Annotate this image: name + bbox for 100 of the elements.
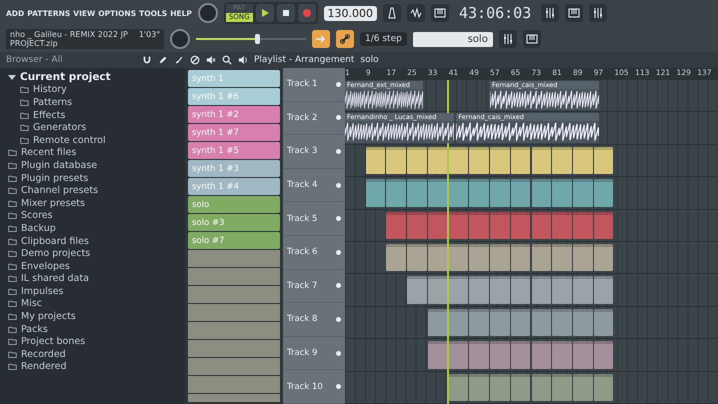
pattern-clip[interactable] (552, 179, 572, 207)
pattern-clip[interactable] (490, 179, 510, 207)
pattern-clip[interactable] (490, 244, 510, 272)
pattern-clip[interactable] (386, 212, 406, 240)
pattern-clip[interactable] (572, 244, 593, 272)
pattern-clip[interactable] (532, 374, 552, 402)
pattern-clip[interactable] (448, 212, 468, 240)
pattern-clip[interactable] (469, 244, 490, 272)
piano-button[interactable] (522, 30, 541, 48)
pattern-clip[interactable] (532, 244, 552, 272)
browser-item[interactable]: Project bones (0, 335, 185, 348)
track-dot[interactable] (336, 182, 341, 188)
pattern-clip[interactable] (572, 308, 593, 336)
track-dot[interactable] (336, 115, 341, 120)
browser-item[interactable]: Plugin database (0, 159, 185, 172)
pattern-clip[interactable] (386, 146, 406, 174)
track-dot[interactable] (336, 82, 341, 87)
pattern-clip[interactable] (428, 212, 448, 240)
pattern-clip[interactable] (428, 179, 448, 207)
pattern-clip[interactable] (469, 374, 490, 402)
browser-item[interactable]: Backup (0, 222, 185, 235)
pattern-clip[interactable] (594, 374, 614, 402)
piano-button[interactable] (431, 4, 449, 22)
pattern-clip[interactable] (428, 146, 448, 174)
pattern-clip[interactable] (572, 341, 593, 369)
pattern-clip[interactable] (510, 374, 530, 402)
pattern-clip[interactable] (552, 212, 572, 240)
pattern-clip[interactable] (469, 276, 490, 304)
browser-item[interactable]: Plugin presets (0, 172, 185, 184)
track-dot[interactable] (336, 350, 341, 356)
pattern-clip[interactable] (490, 308, 510, 336)
pattern-clip[interactable] (532, 146, 552, 174)
pattern-clip[interactable] (572, 374, 593, 402)
browser-item[interactable]: Scores (0, 210, 185, 222)
playhead-line[interactable] (447, 80, 450, 404)
master-slider[interactable] (196, 34, 306, 44)
pattern-clip[interactable] (532, 179, 552, 207)
pattern-selector[interactable]: solo (412, 32, 493, 46)
pattern-clip[interactable] (490, 146, 510, 174)
browser-item[interactable]: Demo projects (0, 247, 185, 260)
browser-item[interactable]: My projects (0, 310, 185, 323)
browser-item[interactable]: IL shared data (0, 272, 185, 286)
pattern-clip[interactable] (469, 308, 490, 336)
pattern-clip[interactable] (532, 308, 552, 336)
pattern-clip[interactable] (532, 341, 552, 369)
pattern-clip[interactable] (448, 244, 468, 272)
pattern-clip[interactable] (490, 374, 510, 402)
pattern-clip[interactable] (572, 179, 593, 207)
pattern-clip[interactable] (407, 212, 427, 240)
pattern-clip[interactable] (510, 244, 530, 272)
track-dot[interactable] (336, 250, 341, 255)
pattern-clip[interactable] (552, 341, 572, 369)
pattern-clip[interactable] (552, 146, 572, 174)
browser-item[interactable]: Misc (0, 298, 185, 310)
pattern-clip[interactable] (594, 179, 614, 207)
pattern-clip[interactable] (448, 146, 468, 174)
browser-item[interactable]: Generators (0, 121, 185, 134)
pattern-clip[interactable] (594, 244, 614, 272)
browser-item[interactable]: Recent files (0, 146, 185, 160)
pattern-clip[interactable] (386, 244, 406, 272)
browser-item[interactable]: Remote control (0, 134, 185, 147)
browser-item[interactable]: Mixer presets (0, 196, 185, 210)
pattern-clip[interactable] (448, 341, 468, 369)
pattern-clip[interactable] (552, 244, 572, 272)
pattern-clip[interactable] (469, 341, 490, 369)
link-button[interactable] (336, 30, 354, 48)
pattern-clip[interactable] (594, 212, 614, 240)
pattern-clip[interactable] (407, 146, 427, 174)
browser-item[interactable]: Impulses (0, 285, 185, 298)
pattern-clip[interactable] (407, 179, 427, 207)
pattern-clip[interactable] (532, 212, 552, 240)
pattern-clip[interactable] (510, 308, 530, 336)
browser-item[interactable]: Channel presets (0, 184, 185, 197)
pattern-clip[interactable] (428, 244, 448, 272)
browser-item[interactable]: Envelopes (0, 260, 185, 272)
pattern-clip[interactable] (510, 276, 530, 304)
pattern-clip[interactable] (428, 341, 448, 369)
pattern-clip[interactable] (490, 212, 510, 240)
pattern-clip[interactable] (469, 212, 490, 240)
track-dot[interactable] (336, 216, 341, 222)
track-dot[interactable] (336, 316, 341, 322)
pattern-clip[interactable] (448, 179, 468, 207)
pattern-clip[interactable] (594, 341, 614, 369)
mixer-button[interactable] (589, 4, 608, 22)
browser-item[interactable]: Packs (0, 322, 185, 336)
pattern-clip[interactable] (510, 179, 530, 207)
snap-selector[interactable]: 1/6 step (360, 32, 407, 46)
pattern-clip[interactable] (510, 341, 530, 369)
pattern-clip[interactable] (572, 146, 593, 174)
browser-item[interactable]: Rendered (0, 360, 185, 374)
play-button[interactable] (256, 4, 274, 22)
browser-item[interactable]: Effects (0, 108, 185, 122)
metronome-button[interactable] (383, 4, 401, 22)
slider-thumb[interactable] (254, 34, 260, 44)
stop-button[interactable] (276, 4, 294, 22)
pattern-clip[interactable] (469, 179, 490, 207)
pattern-clip[interactable] (594, 276, 614, 304)
pattern-clip[interactable] (366, 179, 386, 207)
pattern-clip[interactable] (448, 374, 468, 402)
pattern-clip[interactable] (386, 179, 406, 207)
